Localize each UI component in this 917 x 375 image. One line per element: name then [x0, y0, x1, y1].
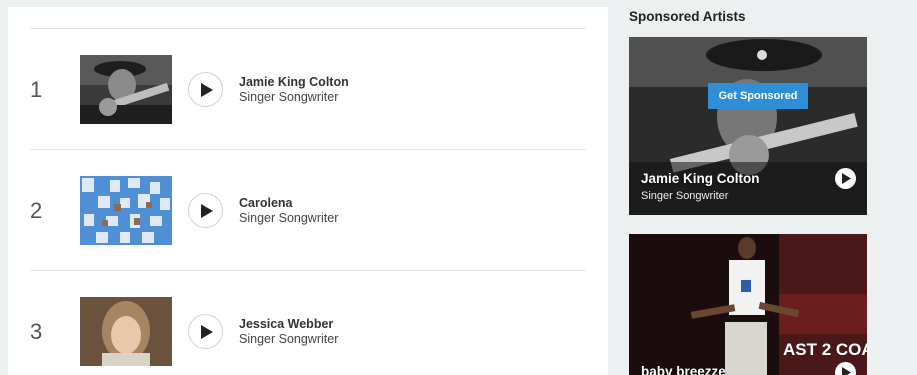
rank-number: 2 [30, 198, 43, 223]
artist-thumbnail[interactable] [80, 297, 172, 366]
artist-genre: Singer Songwriter [239, 90, 339, 104]
banner-text: AST 2 COAST [783, 340, 867, 359]
sidebar-title: Sponsored Artists [629, 9, 746, 24]
artist-name[interactable]: Jessica Webber [239, 317, 338, 332]
artist-photo [629, 37, 867, 215]
rank-number: 1 [30, 77, 43, 102]
play-icon [842, 367, 851, 375]
play-button[interactable] [188, 314, 223, 349]
artist-genre: Singer Songwriter [239, 332, 339, 346]
play-button[interactable] [188, 72, 223, 107]
sponsored-card[interactable]: Get Sponsored Jamie King Colton Singer S… [629, 37, 867, 215]
play-button[interactable] [188, 193, 223, 228]
card-artist-genre: Singer Songwriter [641, 190, 729, 202]
play-icon [201, 204, 213, 218]
card-artist-name[interactable]: Jamie King Colton [641, 171, 760, 186]
play-icon [201, 83, 213, 97]
card-artist-name[interactable]: baby breezze [641, 364, 726, 375]
ranking-list: 1 Jamie King Colton Singer Songwriter 2 [8, 7, 608, 375]
artist-thumbnail[interactable] [80, 55, 172, 124]
play-icon [842, 173, 851, 184]
artist-genre: Singer Songwriter [239, 211, 339, 225]
list-item[interactable]: 2 Carolena Singer Songwriter [30, 149, 586, 270]
artist-thumbnail[interactable] [80, 176, 172, 245]
get-sponsored-button[interactable]: Get Sponsored [708, 83, 808, 109]
artist-name[interactable]: Jamie King Colton [239, 75, 349, 90]
play-icon [201, 325, 213, 339]
artist-name[interactable]: Carolena [239, 196, 338, 211]
rank-number: 3 [30, 319, 43, 344]
list-item[interactable]: 3 Jessica Webber Singer Songwriter [30, 270, 586, 375]
list-item[interactable]: 1 Jamie King Colton Singer Songwriter [30, 28, 586, 149]
card-play-button[interactable] [835, 168, 856, 189]
sponsored-card[interactable]: AST 2 COAST baby breezze [629, 234, 867, 375]
